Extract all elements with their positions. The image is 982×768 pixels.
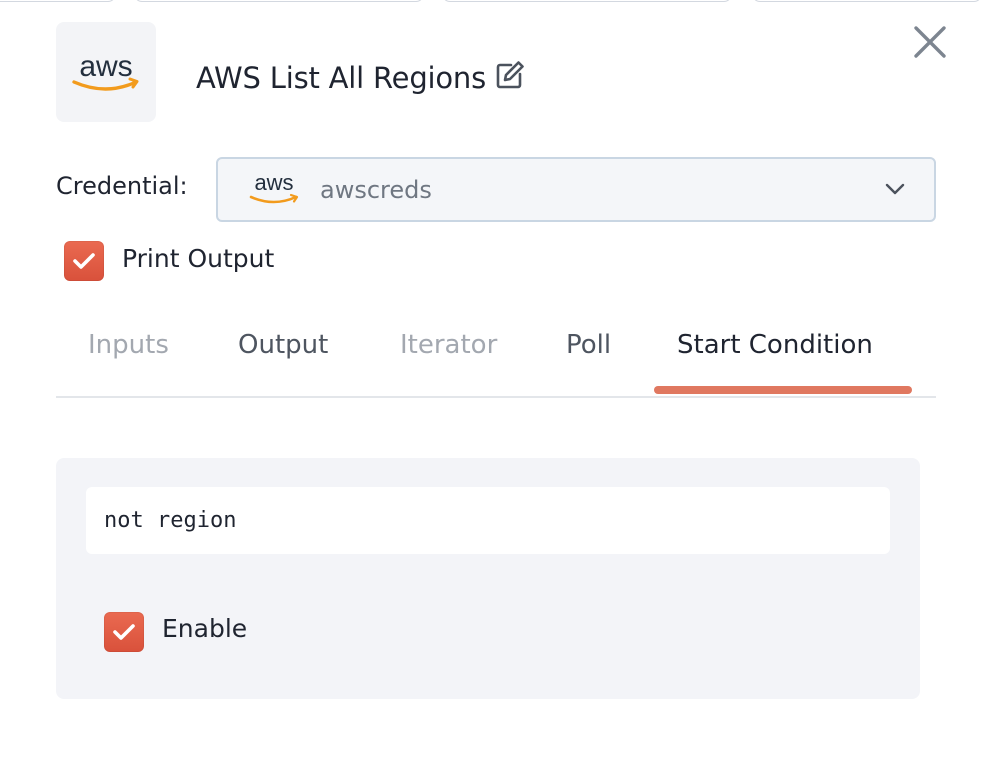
credential-select[interactable]: aws awscreds	[216, 157, 936, 222]
enable-checkbox[interactable]	[104, 612, 144, 652]
edit-icon[interactable]	[494, 59, 526, 91]
chevron-down-icon[interactable]	[884, 181, 906, 201]
condition-expression-input[interactable]: not region	[86, 487, 890, 554]
start-condition-panel: not region Enable	[56, 458, 920, 699]
tab-start-condition[interactable]: Start Condition	[677, 330, 873, 360]
node-title-row: AWS List All Regions	[196, 56, 526, 100]
top-strip-segment	[752, 0, 982, 2]
tab-output[interactable]: Output	[238, 330, 328, 360]
aws-logo-icon: aws	[248, 172, 300, 208]
print-output-label[interactable]: Print Output	[122, 244, 274, 273]
top-strip-segment	[442, 0, 732, 2]
top-strip-segment	[0, 0, 116, 2]
credential-value: awscreds	[320, 175, 432, 204]
active-tab-indicator	[654, 386, 912, 394]
checkmark-icon	[73, 253, 95, 269]
close-icon[interactable]	[910, 22, 950, 62]
svg-text:aws: aws	[254, 172, 293, 195]
checkmark-icon	[113, 624, 135, 640]
tab-inputs[interactable]: Inputs	[88, 330, 169, 360]
tab-iterator[interactable]: Iterator	[400, 330, 497, 360]
credential-label: Credential:	[56, 172, 188, 200]
svg-text:aws: aws	[79, 50, 132, 83]
tab-bar: Inputs Output Iterator Poll Start Condit…	[56, 318, 936, 398]
top-tab-strip	[0, 0, 982, 2]
aws-logo-icon: aws	[72, 50, 139, 91]
tab-poll[interactable]: Poll	[566, 330, 611, 360]
print-output-checkbox[interactable]	[64, 241, 104, 281]
top-strip-segment	[134, 0, 424, 2]
enable-label[interactable]: Enable	[162, 614, 247, 643]
node-logo: aws	[56, 22, 156, 122]
node-title: AWS List All Regions	[196, 61, 487, 95]
